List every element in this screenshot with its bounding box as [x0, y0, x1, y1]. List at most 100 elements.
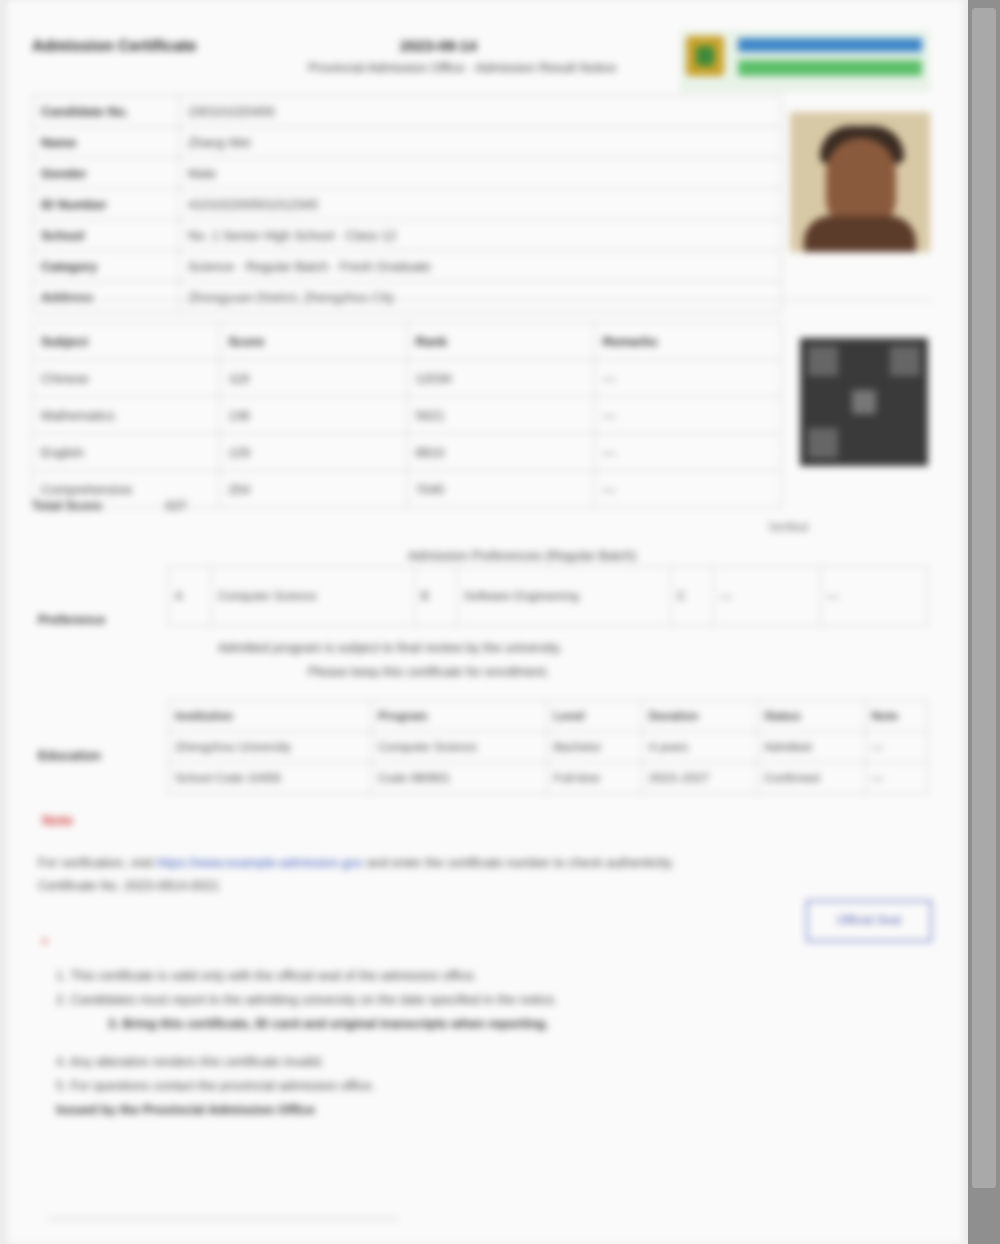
- edu-cell: School Code 10459: [167, 762, 373, 794]
- instruction-line: 2. Candidates must report to the admitti…: [56, 992, 558, 1007]
- score-cell: 118: [219, 359, 408, 397]
- score-cell: English: [31, 433, 221, 471]
- score-row: English 129 8810—: [31, 433, 783, 471]
- edu-cell: 4 years: [641, 731, 758, 763]
- certificate-number: Certificate No. 2023-0814-0021: [38, 878, 220, 893]
- preferences-note: Admitted program is subject to final rev…: [218, 640, 563, 655]
- info-row: Name Zhang Wei: [32, 126, 782, 158]
- info-row: Category Science · Regular Batch · Fresh …: [32, 250, 782, 282]
- info-value: 410102200501012345: [179, 188, 782, 220]
- total-score-label: Total Score: [32, 498, 102, 513]
- scrollbar-thumb[interactable]: [972, 8, 996, 1188]
- edu-cell: Confirmed: [756, 762, 866, 794]
- info-row: Gender Male: [32, 157, 782, 189]
- info-row: Candidate No. 230101020456: [32, 95, 782, 127]
- score-cell: —: [593, 359, 783, 397]
- photo-shirt: [804, 216, 916, 252]
- vertical-scrollbar[interactable]: [968, 0, 1000, 1244]
- edu-cell: Bachelor: [546, 731, 643, 763]
- pref-cell: A: [168, 566, 212, 626]
- total-score-note: Verified: [768, 520, 809, 534]
- verification-prefix: For verification, visit: [38, 855, 153, 870]
- score-cell: 7045: [406, 470, 595, 508]
- score-header-cell: Rank: [406, 322, 595, 360]
- viewport: Admission Certificate 2023-08-14 Provinc…: [0, 0, 1000, 1244]
- score-header-cell: Score: [219, 322, 408, 360]
- score-cell: 254: [219, 470, 408, 508]
- score-row: Mathematics 136 5621—: [31, 396, 783, 434]
- info-label: Address: [32, 281, 180, 313]
- verification-link[interactable]: https://www.example-admission.gov: [157, 855, 364, 870]
- edu-cell: —: [864, 762, 929, 794]
- pref-cell: C: [670, 566, 714, 626]
- qr-corner: [890, 346, 920, 376]
- instruction-line: 5. For questions contact the provincial …: [56, 1078, 376, 1093]
- info-label: School: [32, 219, 180, 251]
- qr-center: [852, 390, 876, 414]
- instruction-line: 3. Bring this certificate, ID card and o…: [108, 1016, 549, 1031]
- info-value: Zhongyuan District, Zhengzhou City: [179, 281, 782, 313]
- pref-cell: —: [713, 566, 821, 626]
- score-table: Subject Score Rank Remarks Chinese 118 120…: [31, 322, 783, 508]
- info-label: ID Number: [32, 188, 180, 220]
- edu-cell: Full-time: [546, 762, 643, 794]
- info-value: 230101020456: [179, 95, 782, 127]
- education-row: School Code 10459 Code 080901 Full-time 202…: [167, 762, 929, 794]
- edu-cell: Zhengzhou University: [167, 731, 373, 763]
- emblem-icon: [686, 36, 724, 76]
- candidate-photo: [790, 112, 930, 252]
- edu-header-cell: Level: [546, 700, 643, 732]
- edu-cell: 2023–2027: [641, 762, 758, 794]
- pref-cell: B: [414, 566, 458, 626]
- score-header-row: Subject Score Rank Remarks: [31, 322, 783, 360]
- qr-corner: [808, 428, 838, 458]
- verification-line: For verification, visit https://www.exam…: [38, 855, 674, 870]
- preferences-label: Preference: [38, 612, 106, 627]
- score-cell: 129: [219, 433, 408, 471]
- education-row: Zhengzhou University Computer Science Bach…: [167, 731, 929, 763]
- edu-cell: Code 080901: [371, 762, 548, 794]
- edu-header-cell: Note: [864, 700, 929, 732]
- education-table: Institution Program Level Duration Status Not…: [167, 700, 929, 794]
- pref-cell: Software Engineering: [457, 566, 671, 626]
- header-subtitle: Provincial Admission Office · Admission …: [308, 60, 617, 75]
- verification-suffix: and enter the certificate number to chec…: [366, 855, 675, 870]
- score-header-cell: Subject: [31, 322, 221, 360]
- info-row: ID Number 410102200501012345: [32, 188, 782, 220]
- info-label: Name: [32, 126, 180, 158]
- divider: [32, 300, 932, 301]
- official-stamp: Official Seal: [806, 900, 932, 942]
- pref-cell: Computer Science: [211, 566, 415, 626]
- score-cell: 8810: [406, 433, 595, 471]
- logo-text-bar: [738, 38, 922, 52]
- info-value: Male: [179, 157, 782, 189]
- education-header-row: Institution Program Level Duration Status Not…: [167, 700, 929, 732]
- logo-subtext-bar: [738, 60, 922, 76]
- info-label: Category: [32, 250, 180, 282]
- note-marker: Note: [42, 812, 74, 828]
- logo: [680, 30, 930, 92]
- info-row: Address Zhongyuan District, Zhengzhou Cit…: [32, 281, 782, 313]
- preferences-row: A Computer Science B Software Engineerin…: [168, 566, 928, 626]
- qr-corner: [808, 346, 838, 376]
- score-cell: 136: [219, 396, 408, 434]
- photo-face: [826, 138, 896, 228]
- issuer-line: Issued by the Provincial Admission Offic…: [56, 1102, 315, 1117]
- preferences-table: A Computer Science B Software Engineerin…: [168, 566, 928, 626]
- score-cell: 12034: [406, 359, 595, 397]
- pref-cell: —: [820, 566, 928, 626]
- total-score-line: Total Score 637: [32, 498, 187, 513]
- info-label: Gender: [32, 157, 180, 189]
- edu-header-cell: Institution: [167, 700, 373, 732]
- header-date: 2023-08-14: [400, 38, 477, 55]
- score-cell: —: [593, 470, 783, 508]
- info-value: No. 1 Senior High School · Class 12: [179, 219, 782, 251]
- instruction-line: 1. This certificate is valid only with t…: [56, 968, 478, 983]
- info-label: Candidate No.: [32, 95, 180, 127]
- total-score-value: 637: [165, 498, 188, 513]
- instructions-marker: *: [42, 935, 48, 951]
- score-row: Chinese 118 12034—: [31, 359, 783, 397]
- info-row: School No. 1 Senior High School · Class 1…: [32, 219, 782, 251]
- edu-cell: Admitted: [756, 731, 866, 763]
- edu-header-cell: Program: [371, 700, 548, 732]
